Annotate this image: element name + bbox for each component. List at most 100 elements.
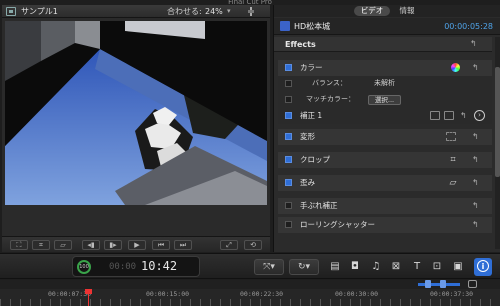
clip-header: HD松本城 00:00:05:28 xyxy=(274,18,500,35)
library-icon[interactable]: ▤ xyxy=(328,260,342,274)
clip-duration: 00:00:05:28 xyxy=(444,22,493,31)
play-icon[interactable]: ▶ xyxy=(128,240,146,250)
volume-icon[interactable] xyxy=(248,7,254,16)
themes-icon[interactable]: ▣ xyxy=(451,260,465,274)
zoom-slider-handle-left[interactable] xyxy=(425,280,431,288)
info-icon: i xyxy=(477,260,489,272)
reset-icon[interactable]: ↰ xyxy=(472,132,479,142)
go-arrow-icon[interactable]: › xyxy=(474,110,485,121)
retime-button[interactable]: ↻▾ xyxy=(289,259,319,275)
clip-appearance-icon[interactable] xyxy=(468,280,477,288)
row-distort[interactable]: 歪み ▱ ↰ xyxy=(278,175,492,191)
loop-icon[interactable]: ⟲ xyxy=(244,240,262,250)
tick-label: 00:00:37:30 xyxy=(430,290,474,298)
go-to-start-icon[interactable]: ⏮ xyxy=(152,240,170,250)
rolling-shutter-label: ローリングシャッター xyxy=(300,220,375,229)
transform-icon[interactable]: ⛶ xyxy=(10,240,28,250)
reset-icon[interactable]: ↰ xyxy=(472,220,479,230)
inspector-scrollbar[interactable] xyxy=(495,37,500,249)
fit-label: 合わせる: xyxy=(167,7,202,16)
crop-label: クロップ xyxy=(300,155,330,164)
reset-icon[interactable]: ↰ xyxy=(472,155,479,165)
titles-icon[interactable]: T xyxy=(410,260,424,274)
reset-icon[interactable]: ↰ xyxy=(472,201,479,211)
balance-checkbox[interactable] xyxy=(285,80,292,87)
correction-checkbox[interactable] xyxy=(285,112,292,119)
reset-icon[interactable]: ↰ xyxy=(460,111,467,121)
color-enable-checkbox[interactable] xyxy=(285,64,292,71)
music-icon[interactable]: ♫ xyxy=(369,260,383,274)
row-color[interactable]: カラー ↰ xyxy=(278,60,492,76)
row-match-color: マッチカラー： 選択... xyxy=(278,92,492,108)
timecode-hours: 00:00 xyxy=(109,262,137,272)
fullscreen-icon[interactable]: ⤢ xyxy=(220,240,238,250)
transport-bar: ⛶ ⌗ ▱ ◂▮ ▮▸ ▶ ⏮ ⏭ ⤢ ⟲ xyxy=(2,236,270,252)
viewer-clip-icon xyxy=(6,7,16,16)
chevron-down-icon[interactable]: ▾ xyxy=(227,6,231,17)
background-task-gauge[interactable]: 100 xyxy=(77,260,91,274)
inspector-panel: ビデオ 情報 HD松本城 00:00:05:28 Effects ↰ カラー ↰… xyxy=(273,5,500,252)
shape-mask-icon[interactable] xyxy=(444,111,454,120)
go-to-end-icon[interactable]: ⏭ xyxy=(174,240,192,250)
edit-tool-button[interactable]: ⤧▾ xyxy=(254,259,284,275)
crop-checkbox[interactable] xyxy=(285,156,292,163)
balance-value: 未解析 xyxy=(374,79,395,87)
stabilization-label: 手ぶれ補正 xyxy=(300,201,338,210)
transform-icon[interactable] xyxy=(446,132,456,141)
video-frame[interactable] xyxy=(5,21,267,205)
playhead[interactable] xyxy=(88,289,89,306)
inspector-tabs: ビデオ 情報 xyxy=(274,5,500,17)
row-balance: バランス： 未解析 xyxy=(278,76,492,92)
match-color-select-button[interactable]: 選択... xyxy=(368,95,401,105)
stabilization-checkbox[interactable] xyxy=(285,202,292,209)
crop-icon[interactable]: ⌗ xyxy=(446,153,460,167)
row-rolling-shutter[interactable]: ローリングシャッター ↰ xyxy=(278,217,492,233)
distort-checkbox[interactable] xyxy=(285,179,292,186)
rolling-shutter-checkbox[interactable] xyxy=(285,221,292,228)
crop-icon[interactable]: ⌗ xyxy=(32,240,50,250)
scrollbar-thumb[interactable] xyxy=(495,67,500,177)
color-label: カラー xyxy=(300,63,323,72)
transform-label: 変形 xyxy=(300,132,315,141)
generators-icon[interactable]: ⊡ xyxy=(430,260,444,274)
row-stabilization[interactable]: 手ぶれ補正 ↰ xyxy=(278,198,492,214)
viewer-header: サンプル1 合わせる: 24% ▾ xyxy=(2,5,270,18)
transitions-icon[interactable]: ⊠ xyxy=(389,260,403,274)
effects-section-header[interactable]: Effects ↰ xyxy=(274,37,492,52)
tick-label: 00:00:15:00 xyxy=(146,290,190,298)
inspector-toggle-button[interactable]: i xyxy=(474,258,492,276)
balance-label: バランス： xyxy=(312,79,347,87)
tab-info[interactable]: 情報 xyxy=(394,6,420,16)
reset-icon[interactable]: ↰ xyxy=(472,178,479,188)
clip-name: HD松本城 xyxy=(294,22,331,31)
mask-icon[interactable] xyxy=(430,111,440,120)
timeline-toolbar xyxy=(0,280,500,289)
distort-icon[interactable]: ▱ xyxy=(446,176,460,190)
correction-label: 補正 1 xyxy=(300,111,323,120)
zoom-slider-handle[interactable] xyxy=(440,280,446,288)
timecode-value: 10:42 xyxy=(141,259,178,273)
video-image xyxy=(5,21,267,205)
tab-video[interactable]: ビデオ xyxy=(354,6,390,16)
row-crop[interactable]: クロップ ⌗ ↰ xyxy=(278,152,492,168)
reset-icon[interactable]: ↰ xyxy=(472,63,479,73)
timeline-ruler[interactable]: 00:00:07:30 00:00:15:00 00:00:22:30 00:0… xyxy=(0,280,500,306)
clip-icon xyxy=(280,21,290,31)
zoom-value[interactable]: 24% xyxy=(205,6,223,17)
distort-icon[interactable]: ▱ xyxy=(54,240,72,250)
row-correction[interactable]: 補正 1 ↰ › xyxy=(278,108,492,124)
previous-frame-icon[interactable]: ◂▮ xyxy=(82,240,100,250)
row-transform[interactable]: 変形 ↰ xyxy=(278,129,492,145)
photo-icon[interactable]: ◘ xyxy=(348,260,362,274)
match-color-checkbox[interactable] xyxy=(285,96,292,103)
next-frame-icon[interactable]: ▮▸ xyxy=(104,240,122,250)
reset-icon[interactable]: ↰ xyxy=(470,39,477,49)
match-color-label: マッチカラー： xyxy=(306,95,355,103)
distort-label: 歪み xyxy=(300,178,315,187)
color-board-icon[interactable] xyxy=(451,63,460,72)
tick-label: 00:00:22:30 xyxy=(240,290,284,298)
transform-checkbox[interactable] xyxy=(285,133,292,140)
dashboard-timecode[interactable]: 100 00:00 10:42 xyxy=(72,256,200,277)
viewer-title: サンプル1 xyxy=(21,7,58,16)
tick-label: 00:00:30:00 xyxy=(335,290,379,298)
